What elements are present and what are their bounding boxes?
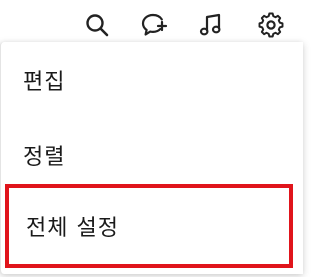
menu-item-label: 정렬 — [23, 145, 66, 170]
search-button[interactable] — [80, 8, 114, 42]
screen: 편집 정렬 전체 설정 — [0, 0, 303, 277]
menu-item-all-settings[interactable]: 전체 설정 — [5, 184, 293, 268]
search-icon — [83, 11, 111, 39]
menu-item-label: 전체 설정 — [26, 216, 119, 241]
settings-button[interactable] — [254, 8, 288, 42]
chat-add-icon — [140, 11, 168, 39]
music-button[interactable] — [194, 8, 228, 42]
gear-icon — [257, 11, 285, 39]
top-toolbar — [0, 0, 300, 48]
menu-item-edit[interactable]: 편집 — [1, 60, 301, 100]
new-chat-button[interactable] — [137, 8, 171, 42]
music-icon — [197, 11, 225, 39]
settings-dropdown-menu: 편집 정렬 전체 설정 — [0, 42, 303, 274]
menu-item-label: 편집 — [23, 70, 66, 95]
menu-item-sort[interactable]: 정렬 — [1, 135, 301, 175]
